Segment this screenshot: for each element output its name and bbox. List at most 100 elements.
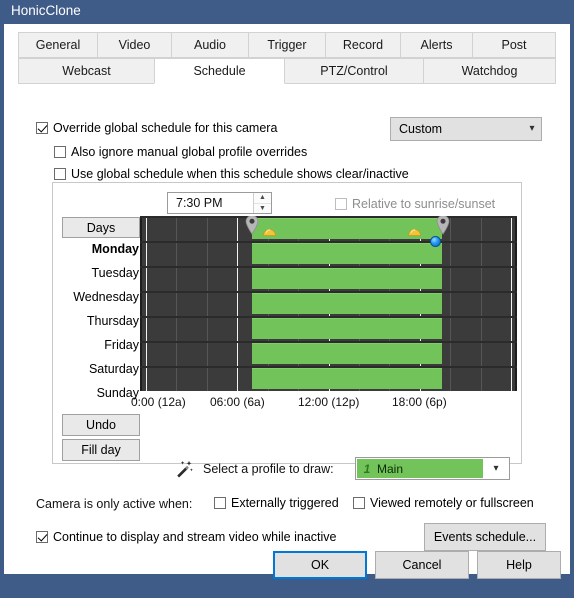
schedule-preset-combo[interactable]: Custom ▾ [390, 117, 542, 141]
use-global-when-clear-label: Use global schedule when this schedule s… [71, 167, 409, 181]
axis-label-0600: 06:00 (6a) [210, 395, 265, 409]
tab-strip: General Video Audio Trigger Record Alert… [18, 32, 556, 84]
schedule-grid[interactable] [140, 216, 517, 391]
continue-display-checkbox[interactable]: Continue to display and stream video whi… [36, 530, 337, 544]
profile-number: 1 [363, 461, 371, 476]
events-schedule-label: Events schedule... [433, 530, 537, 544]
select-profile-label: Select a profile to draw: [203, 462, 334, 476]
chevron-down-icon: ▾ [493, 463, 499, 474]
grid-row-separator [140, 241, 517, 243]
override-global-schedule-label: Override global schedule for this camera [53, 121, 278, 135]
override-global-schedule-checkbox[interactable]: Override global schedule for this camera [36, 121, 277, 135]
schedule-bar[interactable] [252, 243, 442, 264]
day-label-sunday: Sunday [96, 386, 139, 400]
externally-triggered-label: Externally triggered [231, 496, 339, 510]
schedule-bar[interactable] [252, 318, 442, 339]
dialog-window: HonicClone General Video Audio Trigger R… [0, 0, 574, 598]
dialog-client-area: General Video Audio Trigger Record Alert… [4, 24, 570, 579]
ok-button-label: OK [310, 558, 330, 572]
tab-watchdog[interactable]: Watchdog [423, 58, 556, 84]
viewed-remotely-checkbox[interactable]: Viewed remotely or fullscreen [353, 496, 534, 510]
schedule-bar[interactable] [252, 343, 442, 364]
schedule-bar[interactable] [252, 293, 442, 314]
profile-color-swatch: 1 Main [357, 459, 483, 478]
schedule-preset-value: Custom [399, 122, 443, 136]
ignore-manual-overrides-label: Also ignore manual global profile overri… [71, 145, 308, 159]
tab-trigger[interactable]: Trigger [248, 32, 326, 58]
profile-select-combo[interactable]: 1 Main ▾ [355, 457, 510, 480]
spinner-up-icon[interactable]: ▲ [254, 193, 271, 204]
checkbox-box [36, 531, 48, 543]
tab-alerts[interactable]: Alerts [400, 32, 473, 58]
relative-to-sunrise-checkbox[interactable]: Relative to sunrise/sunset [335, 197, 495, 211]
day-label-friday: Friday [104, 338, 139, 352]
tab-video[interactable]: Video [97, 32, 172, 58]
events-schedule-button[interactable]: Events schedule... [424, 523, 546, 551]
fill-day-button[interactable]: Fill day [62, 439, 140, 461]
schedule-editor-group: 7:30 PM ▲ ▼ Relative to sunrise/sunset D… [52, 182, 522, 480]
grid-row-separator [140, 291, 517, 293]
axis-label-1800: 18:00 (6p) [392, 395, 447, 409]
sunrise-pin-icon [245, 216, 259, 235]
tab-post[interactable]: Post [472, 32, 556, 58]
schedule-bar[interactable] [252, 368, 442, 389]
day-label-wednesday: Wednesday [73, 290, 139, 304]
chevron-down-icon: ▾ [529, 123, 535, 134]
checkbox-box [353, 497, 365, 509]
fill-day-button-label: Fill day [81, 443, 121, 457]
day-label-monday: Monday [91, 242, 139, 256]
day-label-saturday: Saturday [88, 362, 139, 376]
tab-row-1: General Video Audio Trigger Record Alert… [18, 32, 556, 58]
tab-ptz-control[interactable]: PTZ/Control [284, 58, 424, 84]
tab-row-2: Webcast Schedule PTZ/Control Watchdog [18, 58, 556, 84]
help-button[interactable]: Help [477, 551, 561, 579]
days-button[interactable]: Days [62, 217, 140, 238]
use-global-when-clear-checkbox[interactable]: Use global schedule when this schedule s… [54, 167, 409, 181]
ignore-manual-overrides-checkbox[interactable]: Also ignore manual global profile overri… [54, 145, 307, 159]
sunset-pin-icon [436, 216, 450, 235]
continue-display-label: Continue to display and stream video whi… [53, 530, 337, 544]
days-button-label: Days [86, 220, 116, 235]
axis-label-0000: 0:00 (12a) [131, 395, 186, 409]
grid-row-separator [140, 341, 517, 343]
tab-schedule[interactable]: Schedule [154, 58, 285, 84]
axis-label-1200: 12:00 (12p) [298, 395, 360, 409]
profile-name: Main [377, 461, 404, 476]
externally-triggered-checkbox[interactable]: Externally triggered [214, 496, 339, 510]
checkbox-box [36, 122, 48, 134]
tab-webcast[interactable]: Webcast [18, 58, 155, 84]
cancel-button-label: Cancel [402, 558, 442, 572]
camera-active-when-label: Camera is only active when: [36, 497, 193, 511]
day-label-thursday: Thursday [86, 314, 139, 328]
grid-row-separator [140, 316, 517, 318]
help-button-label: Help [506, 558, 532, 572]
relative-to-sunrise-label: Relative to sunrise/sunset [352, 197, 496, 211]
grid-row-separator [140, 266, 517, 268]
ok-button[interactable]: OK [273, 551, 367, 579]
spinner-buttons[interactable]: ▲ ▼ [253, 193, 271, 213]
tab-record[interactable]: Record [325, 32, 401, 58]
checkbox-box [54, 146, 66, 158]
viewed-remotely-label: Viewed remotely or fullscreen [370, 496, 534, 510]
undo-button-label: Undo [86, 418, 116, 432]
magic-wand-icon[interactable] [174, 460, 194, 478]
grid-row-separator [140, 216, 517, 218]
current-time-marker-icon [430, 236, 441, 247]
tab-general[interactable]: General [18, 32, 98, 58]
sunrise-sun-icon [263, 229, 276, 236]
schedule-bar[interactable] [252, 268, 442, 289]
spinner-down-icon[interactable]: ▼ [254, 204, 271, 214]
title-bar: HonicClone [0, 0, 574, 24]
checkbox-box [214, 497, 226, 509]
cancel-button[interactable]: Cancel [375, 551, 469, 579]
day-label-tuesday: Tuesday [91, 266, 139, 280]
checkbox-box [54, 168, 66, 180]
time-value: 7:30 PM [176, 196, 223, 210]
tab-audio[interactable]: Audio [171, 32, 249, 58]
sunset-sun-icon [408, 229, 421, 236]
time-spinner[interactable]: 7:30 PM ▲ ▼ [167, 192, 272, 214]
schedule-panel: Override global schedule for this camera… [18, 83, 556, 555]
undo-button[interactable]: Undo [62, 414, 140, 436]
grid-row-separator [140, 366, 517, 368]
window-title: HonicClone [11, 3, 81, 18]
